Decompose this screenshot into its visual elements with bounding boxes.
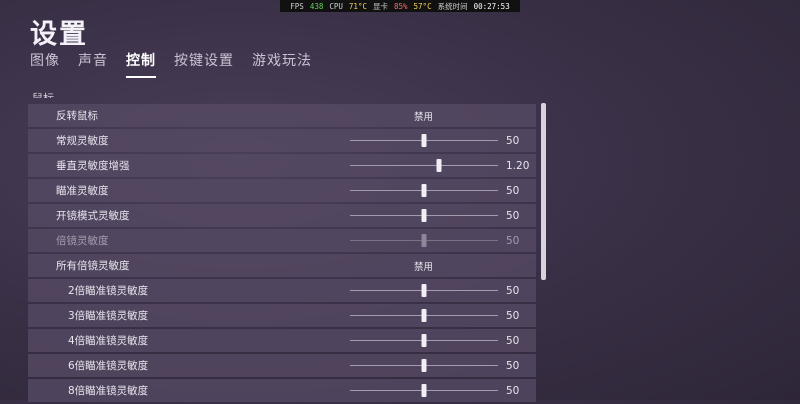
sensitivity-slider[interactable] (350, 154, 498, 177)
setting-label: 2倍瞄准镜灵敏度 (68, 285, 149, 297)
slider-thumb[interactable] (421, 209, 427, 222)
tab-keybindings[interactable]: 按键设置 (174, 50, 234, 78)
sensitivity-slider[interactable] (350, 329, 498, 352)
sensitivity-slider[interactable] (350, 229, 498, 252)
slider-thumb[interactable] (421, 284, 427, 297)
toggle-value[interactable]: 禁用 (414, 109, 433, 123)
slider-value: 50 (506, 234, 520, 247)
scrollbar[interactable] (541, 103, 546, 280)
tab-controls[interactable]: 控制 (126, 50, 156, 78)
sensitivity-slider[interactable] (350, 354, 498, 377)
setting-row[interactable]: 所有倍镜灵敏度 禁用 (28, 254, 536, 277)
setting-label: 6倍瞄准镜灵敏度 (68, 360, 149, 372)
page-title: 设置 (30, 19, 88, 50)
setting-label: 4倍瞄准镜灵敏度 (68, 335, 149, 347)
setting-label: 瞄准灵敏度 (56, 185, 109, 197)
gpu-label: 显卡 (372, 1, 388, 11)
setting-row[interactable]: 6倍瞄准镜灵敏度 50 (28, 354, 536, 377)
setting-label: 所有倍镜灵敏度 (56, 260, 130, 272)
setting-row[interactable]: 8倍瞄准镜灵敏度 50 (28, 379, 536, 402)
slider-value: 50 (506, 384, 520, 397)
setting-row[interactable]: 常规灵敏度 50 (28, 129, 536, 152)
setting-row[interactable]: 瞄准灵敏度 50 (28, 179, 536, 202)
setting-row[interactable]: 垂直灵敏度增强 1.20 (28, 154, 536, 177)
sensitivity-slider[interactable] (350, 279, 498, 302)
section-header-mouse: 鼠标 (32, 88, 54, 98)
slider-value: 50 (506, 184, 520, 197)
sensitivity-slider[interactable] (350, 204, 498, 227)
tab-graphics[interactable]: 图像 (30, 50, 60, 78)
setting-row[interactable]: 开镜模式灵敏度 50 (28, 204, 536, 227)
setting-label: 垂直灵敏度增强 (56, 160, 130, 172)
slider-value: 1.20 (506, 159, 530, 172)
setting-row[interactable]: 4倍瞄准镜灵敏度 50 (28, 329, 536, 352)
slider-value: 50 (506, 309, 520, 322)
sensitivity-slider[interactable] (350, 129, 498, 152)
setting-label: 3倍瞄准镜灵敏度 (68, 310, 149, 322)
slider-thumb[interactable] (421, 134, 427, 147)
settings-list: 反转鼠标 禁用 常规灵敏度 50 垂直灵敏度增强 1.20 瞄准灵敏度 50 开镜模式灵敏度 50… (28, 104, 536, 404)
slider-thumb[interactable] (421, 384, 427, 397)
slider-thumb[interactable] (421, 334, 427, 347)
time-value: 00:27:53 (473, 1, 510, 11)
setting-label: 反转鼠标 (56, 110, 98, 122)
setting-row[interactable]: 3倍瞄准镜灵敏度 50 (28, 304, 536, 327)
slider-thumb[interactable] (421, 234, 427, 247)
setting-label: 开镜模式灵敏度 (56, 210, 130, 222)
setting-label: 8倍瞄准镜灵敏度 (68, 385, 149, 397)
slider-thumb[interactable] (421, 184, 427, 197)
time-label: 系统时间 (437, 1, 468, 11)
cpu-temp: 71°C (348, 1, 367, 11)
fps-label: FPS (290, 1, 304, 11)
setting-row[interactable]: 反转鼠标 禁用 (28, 104, 536, 127)
tab-audio[interactable]: 声音 (78, 50, 108, 78)
gpu-temp: 57°C (413, 1, 432, 11)
slider-thumb[interactable] (421, 359, 427, 372)
setting-row[interactable]: 倍镜灵敏度 50 (28, 229, 536, 252)
gpu-usage: 85% (393, 1, 408, 11)
setting-label: 倍镜灵敏度 (56, 235, 109, 247)
slider-thumb[interactable] (421, 309, 427, 322)
setting-label: 常规灵敏度 (56, 135, 109, 147)
toggle-value[interactable]: 禁用 (414, 259, 433, 273)
sensitivity-slider[interactable] (350, 179, 498, 202)
setting-row[interactable]: 2倍瞄准镜灵敏度 50 (28, 279, 536, 302)
slider-track[interactable] (350, 165, 498, 166)
slider-value: 50 (506, 334, 520, 347)
slider-thumb[interactable] (436, 159, 442, 172)
settings-tabs: 图像 声音 控制 按键设置 游戏玩法 (30, 50, 312, 78)
slider-value: 50 (506, 209, 520, 222)
cpu-label: CPU (329, 1, 343, 11)
sensitivity-slider[interactable] (350, 379, 498, 402)
performance-overlay: FPS 438 CPU 71°C 显卡 85% 57°C 系统时间 00:27:… (280, 0, 520, 12)
fps-value: 438 (309, 1, 324, 11)
slider-value: 50 (506, 359, 520, 372)
tab-gameplay[interactable]: 游戏玩法 (252, 50, 312, 78)
slider-value: 50 (506, 284, 520, 297)
slider-value: 50 (506, 134, 520, 147)
sensitivity-slider[interactable] (350, 304, 498, 327)
